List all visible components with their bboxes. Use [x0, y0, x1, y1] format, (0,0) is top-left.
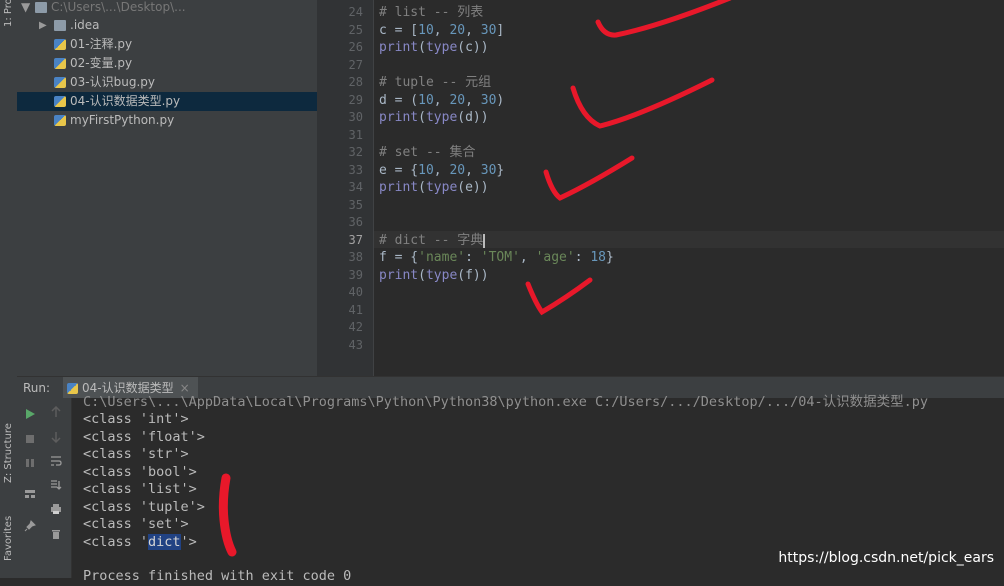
line-number: 42	[348, 320, 363, 334]
line-number: 25	[348, 23, 363, 37]
tree-item-label: 04-认识数据类型.py	[70, 94, 181, 108]
code-editor[interactable]: # list -- 列表 c = [10, 20, 30] print(type…	[374, 0, 1004, 376]
line-number: 41	[348, 303, 363, 317]
watermark: https://blog.csdn.net/pick_ears	[778, 550, 994, 566]
line-number-current: 37	[348, 233, 363, 247]
line-number: 31	[348, 128, 363, 142]
tool-window-strip: 1: Proj Z: Structure Favorites	[0, 0, 18, 578]
structure-tool-tab[interactable]: Z: Structure	[3, 423, 14, 483]
code-line-32: # set -- 集合	[379, 145, 476, 160]
folder-icon	[35, 2, 47, 13]
favorites-tool-tab[interactable]: Favorites	[3, 516, 14, 561]
collapse-arrow-icon[interactable]: ▶	[39, 16, 47, 35]
line-number: 30	[348, 110, 363, 124]
python-file-icon	[54, 96, 66, 107]
project-root[interactable]: ▼ C:\Users\...\Desktop\...	[17, 0, 317, 17]
arrow-up-icon[interactable]	[50, 406, 62, 418]
project-root-label: C:\Users\...\Desktop\...	[51, 0, 186, 14]
python-file-icon	[67, 383, 78, 394]
code-line-37: # dict -- 字典	[379, 233, 486, 248]
python-file-icon	[54, 77, 66, 88]
line-number: 34	[348, 180, 363, 194]
print-icon[interactable]	[50, 503, 62, 515]
line-number: 35	[348, 198, 363, 212]
tree-item-file[interactable]: 02-变量.py	[17, 54, 317, 73]
line-number: 38	[348, 250, 363, 264]
code-line-39: print(type(f))	[379, 268, 489, 283]
search-highlight: dict	[148, 534, 181, 550]
line-number: 43	[348, 338, 363, 352]
pause-icon[interactable]	[24, 457, 36, 469]
console-command-line: C:\Users\...\AppData\Local\Programs\Pyth…	[83, 394, 929, 410]
stop-icon[interactable]	[24, 433, 36, 445]
tree-item-label: myFirstPython.py	[70, 113, 175, 127]
project-tool-tab[interactable]: 1: Proj	[3, 0, 14, 27]
soft-wrap-icon[interactable]	[50, 455, 62, 467]
tree-item-label: 03-认识bug.py	[70, 75, 155, 89]
line-number: 29	[348, 93, 363, 107]
arrow-down-icon[interactable]	[50, 431, 62, 443]
line-number: 36	[348, 215, 363, 229]
code-line-38: f = {'name': 'TOM', 'age': 18}	[379, 250, 614, 265]
text-caret	[483, 233, 486, 248]
code-line-34: print(type(e))	[379, 180, 489, 195]
console-line: <class 'bool'>	[83, 464, 197, 480]
tree-item-idea[interactable]: ▶ .idea	[17, 16, 317, 35]
line-number: 27	[348, 58, 363, 72]
pin-icon[interactable]	[24, 520, 36, 532]
folder-icon	[54, 20, 66, 31]
code-line-25: c = [10, 20, 30]	[379, 23, 505, 38]
tree-item-label: 02-变量.py	[70, 56, 133, 70]
code-line-29: d = (10, 20, 30)	[379, 93, 505, 108]
console-line: <class 'str'>	[83, 446, 189, 462]
python-file-icon	[54, 58, 66, 69]
console-line-dict: <class 'dict'>	[83, 534, 197, 550]
code-line-24: # list -- 列表	[379, 5, 484, 20]
console-line: <class 'list'>	[83, 481, 197, 497]
layout-icon[interactable]	[24, 488, 36, 500]
close-icon[interactable]: ×	[180, 381, 190, 395]
tree-item-label: .idea	[70, 18, 100, 32]
project-panel: ▼ C:\Users\...\Desktop\... ▶ .idea 01-注释…	[17, 0, 317, 376]
scroll-to-end-icon[interactable]	[50, 479, 62, 491]
console-line: <class 'set'>	[83, 516, 189, 532]
console-line: <class 'tuple'>	[83, 499, 205, 515]
line-number-gutter: 24 25 26 27 28 29 30 31 32 33 34 35 36 3…	[317, 0, 374, 376]
tree-item-label: 01-注释.py	[70, 37, 133, 51]
code-line-33: e = {10, 20, 30}	[379, 163, 505, 178]
python-file-icon	[54, 39, 66, 50]
line-number: 32	[348, 145, 363, 159]
python-file-icon	[54, 115, 66, 126]
run-label: Run:	[23, 381, 51, 395]
line-number: 33	[348, 163, 363, 177]
tree-item-file[interactable]: 03-认识bug.py	[17, 73, 317, 92]
tree-item-file[interactable]: 01-注释.py	[17, 35, 317, 54]
run-tab-label: 04-认识数据类型	[82, 381, 174, 395]
console-finish-line: Process finished with exit code 0	[83, 568, 352, 584]
run-toolbar-primary	[17, 398, 43, 578]
code-line-30: print(type(d))	[379, 110, 489, 125]
tree-item-file-selected[interactable]: 04-认识数据类型.py	[17, 92, 317, 111]
line-number: 28	[348, 75, 363, 89]
run-toolbar-secondary	[43, 398, 72, 578]
code-line-28: # tuple -- 元组	[379, 75, 492, 90]
line-number: 24	[348, 5, 363, 19]
tree-item-file[interactable]: myFirstPython.py	[17, 111, 317, 130]
console-line: <class 'int'>	[83, 411, 189, 427]
line-number: 26	[348, 40, 363, 54]
line-number: 40	[348, 285, 363, 299]
code-line-26: print(type(c))	[379, 40, 489, 55]
trash-icon[interactable]	[50, 528, 62, 540]
console-line: <class 'float'>	[83, 429, 205, 445]
line-number: 39	[348, 268, 363, 282]
rerun-icon[interactable]	[24, 408, 36, 420]
expand-arrow-icon[interactable]: ▼	[21, 0, 30, 17]
